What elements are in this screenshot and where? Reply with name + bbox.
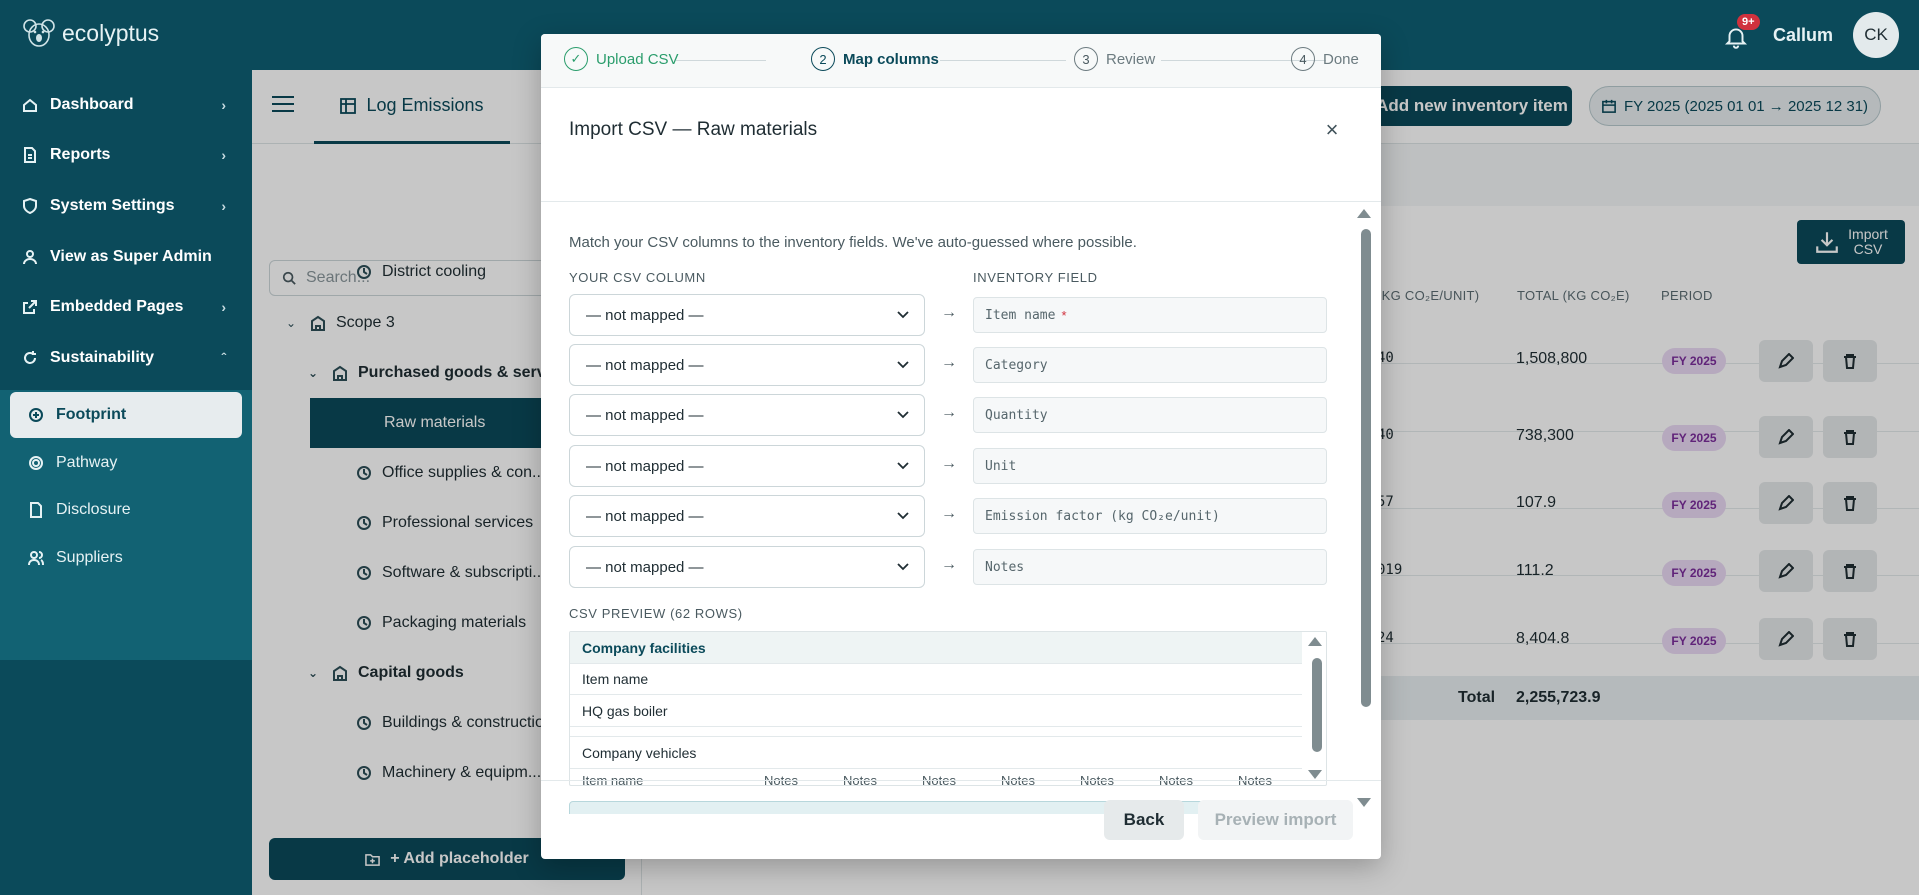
- chevron-down-icon: [897, 411, 909, 419]
- scroll-up-icon[interactable]: [1308, 637, 1322, 646]
- arrow-icon: →: [941, 304, 957, 321]
- stepper: ✓ Upload CSV 2 Map columns 3 Review 4 Do…: [541, 34, 1381, 88]
- step-connector: [940, 60, 1066, 61]
- csv-column-select[interactable]: — not mapped —: [569, 294, 925, 336]
- step-done: 4 Done: [1291, 47, 1359, 71]
- document-icon: [24, 147, 36, 163]
- preview-scrollbar-thumb[interactable]: [1312, 658, 1322, 752]
- preview-row: [570, 727, 1302, 737]
- chevron-right-icon: ›: [221, 147, 226, 163]
- preview-row: HQ gas boiler: [570, 695, 1302, 727]
- target-icon: [29, 456, 43, 470]
- mapping-row: — not mapped — → Quantity: [569, 394, 1327, 436]
- chevron-right-icon: ›: [221, 97, 226, 113]
- arrow-icon: →: [941, 404, 957, 421]
- sidebar: Dashboard › Reports › System Settings › Vie…: [0, 70, 252, 895]
- sidebar-item-view-as-super-admin[interactable]: View as Super Admin: [0, 232, 252, 282]
- step-upload-csv: ✓ Upload CSV: [564, 47, 679, 71]
- chevron-down-icon: [897, 311, 909, 319]
- users-icon: [28, 551, 44, 566]
- notifications-bell-icon[interactable]: 9+: [1723, 14, 1760, 50]
- mapping-row: — not mapped — → Unit: [569, 445, 1327, 487]
- sidebar-item-embedded-pages[interactable]: Embedded Pages ›: [0, 282, 252, 332]
- preview-row: Item name: [570, 664, 1302, 695]
- step-review: 3 Review: [1074, 47, 1155, 71]
- chevron-right-icon: ›: [221, 299, 226, 315]
- brand-name: ecolyptus: [62, 19, 160, 46]
- csv-column-select[interactable]: — not mapped —: [569, 495, 925, 537]
- shield-icon: [23, 198, 37, 214]
- modal-body[interactable]: Match your CSV columns to the inventory …: [541, 203, 1381, 814]
- modal-title: Import CSV — Raw materials: [569, 119, 818, 140]
- modal-scrollbar-thumb[interactable]: [1361, 229, 1371, 707]
- arrow-icon: →: [941, 354, 957, 371]
- inventory-field-label: INVENTORY FIELD: [973, 270, 1098, 285]
- csv-column-label: YOUR CSV COLUMN: [569, 270, 706, 285]
- required-marker: *: [1061, 307, 1067, 323]
- step-map-columns: 2 Map columns: [811, 47, 939, 71]
- preview-group-row: Company facilities: [570, 632, 1302, 664]
- mapping-row: — not mapped — → Notes: [569, 546, 1327, 588]
- arrow-icon: →: [941, 455, 957, 472]
- scroll-up-icon[interactable]: [1357, 209, 1371, 218]
- home-icon: [23, 98, 37, 112]
- inventory-field-category: Category: [973, 347, 1327, 383]
- csv-column-select[interactable]: — not mapped —: [569, 394, 925, 436]
- chevron-down-icon: [897, 563, 909, 571]
- user-name[interactable]: Callum: [1773, 25, 1833, 46]
- koala-logo-icon: [23, 19, 55, 47]
- sidebar-item-sustainability[interactable]: Sustainability ˆ: [0, 333, 252, 383]
- inventory-field-item-name: Item name *: [973, 297, 1327, 333]
- chevron-right-icon: ›: [221, 198, 226, 214]
- plus-circle-icon: [29, 408, 43, 422]
- brand-logo[interactable]: ecolyptus: [22, 16, 159, 50]
- scroll-down-icon[interactable]: [1308, 770, 1322, 779]
- chevron-down-icon: [897, 512, 909, 520]
- modal-header: Import CSV — Raw materials ×: [541, 88, 1381, 202]
- avatar[interactable]: CK: [1853, 12, 1899, 58]
- chevron-up-icon: ˆ: [221, 350, 226, 366]
- preview-row: Company vehicles: [570, 737, 1302, 769]
- step-connector: [676, 60, 766, 61]
- mapping-row: — not mapped — → Category: [569, 344, 1327, 386]
- import-csv-modal: ✓ Upload CSV 2 Map columns 3 Review 4 Do…: [541, 34, 1381, 859]
- arrow-icon: →: [941, 556, 957, 573]
- sidebar-item-pathway[interactable]: Pathway: [0, 440, 252, 486]
- refresh-icon: [24, 351, 36, 364]
- sidebar-item-footprint[interactable]: Footprint: [10, 392, 242, 438]
- sidebar-item-dashboard[interactable]: Dashboard ›: [0, 80, 252, 130]
- close-icon[interactable]: ×: [1321, 119, 1343, 141]
- csv-column-select[interactable]: — not mapped —: [569, 445, 925, 487]
- csv-column-select[interactable]: — not mapped —: [569, 546, 925, 588]
- arrow-icon: →: [941, 505, 957, 522]
- preview-import-button[interactable]: Preview import: [1198, 800, 1353, 840]
- sidebar-item-reports[interactable]: Reports ›: [0, 130, 252, 180]
- chevron-down-icon: [897, 361, 909, 369]
- chevron-down-icon: [897, 462, 909, 470]
- sidebar-item-suppliers[interactable]: Suppliers: [0, 535, 252, 581]
- user-icon: [23, 250, 37, 265]
- inventory-field-notes: Notes: [973, 549, 1327, 585]
- csv-preview-label: CSV PREVIEW (62 ROWS): [569, 606, 743, 621]
- inventory-field-quantity: Quantity: [973, 397, 1327, 433]
- csv-column-select[interactable]: — not mapped —: [569, 344, 925, 386]
- back-button[interactable]: Back: [1104, 800, 1184, 840]
- check-icon: ✓: [564, 47, 588, 71]
- inventory-field-emission-factor: Emission factor (kg CO₂e/unit): [973, 498, 1327, 534]
- sustainability-submenu: Footprint Pathway Disclosure Suppliers: [0, 390, 252, 660]
- document-icon: [30, 502, 42, 518]
- notification-count-badge: 9+: [1736, 14, 1760, 30]
- csv-preview-table[interactable]: Company facilities Item name HQ gas boil…: [569, 631, 1327, 786]
- mapping-row: — not mapped — → Item name *: [569, 294, 1327, 336]
- sidebar-item-disclosure[interactable]: Disclosure: [0, 487, 252, 533]
- sidebar-item-system-settings[interactable]: System Settings ›: [0, 181, 252, 231]
- intro-text: Match your CSV columns to the inventory …: [569, 234, 1137, 251]
- external-link-icon: [23, 300, 37, 314]
- mapping-row: — not mapped — → Emission factor (kg CO₂…: [569, 495, 1327, 537]
- inventory-field-unit: Unit: [973, 448, 1327, 484]
